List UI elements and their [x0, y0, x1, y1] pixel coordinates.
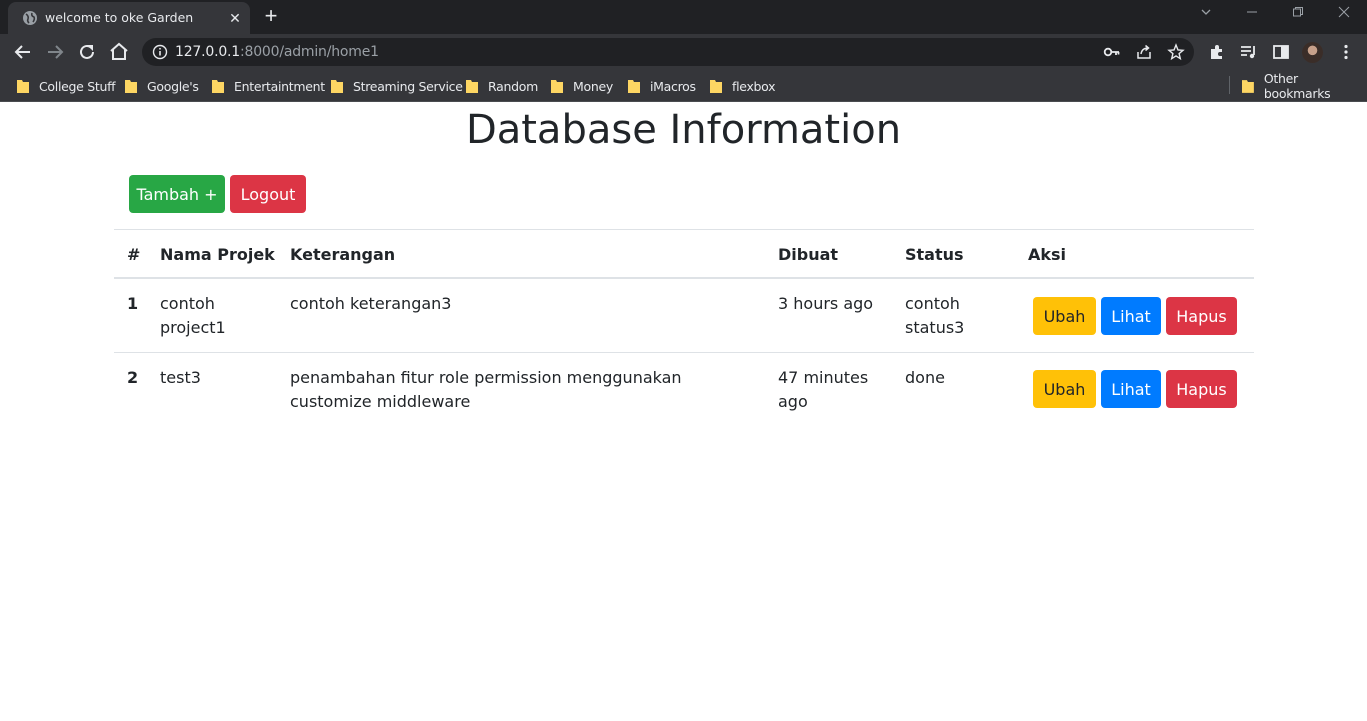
col-aksi: Aksi — [1028, 245, 1067, 264]
row-keterangan: contoh keterangan3 — [290, 294, 452, 313]
page-content: Database Information Tambah + Logout # N… — [0, 103, 1367, 721]
col-status: Status — [905, 245, 964, 264]
reload-icon[interactable] — [75, 40, 99, 64]
other-bookmarks[interactable]: Other bookmarks — [1242, 71, 1367, 101]
restore-icon[interactable] — [1286, 4, 1310, 24]
tab-strip: welcome to oke Garden ✕ + — [0, 0, 1367, 34]
row-keterangan: penambahan fitur role permission menggun… — [290, 368, 682, 411]
table-header-border — [114, 277, 1254, 279]
row-number: 1 — [127, 294, 139, 313]
url-text: 127.0.0.1:8000/admin/home1 — [175, 44, 379, 60]
add-button[interactable]: Tambah + — [129, 175, 225, 213]
extensions-icon[interactable] — [1207, 42, 1227, 62]
page-title: Database Information — [465, 107, 902, 153]
share-icon[interactable] — [1135, 43, 1153, 61]
bookmark-streaming-service[interactable]: Streaming Service — [331, 76, 463, 96]
col-dibuat: Dibuat — [778, 245, 839, 264]
col-number: # — [127, 245, 141, 264]
bookmark-money[interactable]: Money — [551, 76, 613, 96]
folder-icon — [628, 80, 640, 93]
folder-icon — [710, 80, 722, 93]
view-button[interactable]: Lihat — [1101, 370, 1161, 408]
site-info-icon[interactable] — [152, 44, 168, 60]
home-icon[interactable] — [107, 40, 131, 64]
key-icon[interactable] — [1103, 43, 1121, 61]
folder-icon — [466, 80, 478, 93]
view-button[interactable]: Lihat — [1101, 297, 1161, 335]
bookmark-college-stuff[interactable]: College Stuff — [17, 76, 116, 96]
folder-icon — [1242, 80, 1254, 93]
folder-icon — [125, 80, 137, 93]
col-nama-projek: Nama Projek — [160, 245, 275, 264]
bookmark-googles[interactable]: Google's — [125, 76, 199, 96]
row-number: 2 — [127, 368, 139, 387]
row-status: done — [905, 368, 945, 387]
tab-search-icon[interactable] — [1194, 4, 1218, 24]
new-tab-icon[interactable]: + — [260, 5, 282, 28]
logout-button[interactable]: Logout — [230, 175, 306, 213]
side-panel-icon[interactable] — [1271, 42, 1291, 62]
forward-icon[interactable] — [43, 40, 67, 64]
media-queue-icon[interactable] — [1239, 42, 1259, 62]
star-icon[interactable] — [1167, 43, 1185, 61]
col-keterangan: Keterangan — [290, 245, 396, 264]
delete-button[interactable]: Hapus — [1166, 297, 1237, 335]
menu-kebab-icon[interactable] — [1336, 42, 1356, 62]
browser-tab[interactable]: welcome to oke Garden ✕ — [8, 2, 250, 34]
back-icon[interactable] — [11, 40, 35, 64]
row-status: contoh status3 — [905, 294, 965, 337]
globe-icon — [23, 11, 37, 25]
tab-title: welcome to oke Garden — [45, 10, 194, 25]
minimize-icon[interactable] — [1240, 4, 1264, 24]
browser-toolbar: 127.0.0.1:8000/admin/home1 — [0, 34, 1367, 70]
bookmark-flexbox[interactable]: flexbox — [710, 76, 776, 96]
folder-icon — [331, 80, 343, 93]
row-nama-projek: contoh project1 — [160, 294, 226, 337]
folder-icon — [551, 80, 563, 93]
bookmark-random[interactable]: Random — [466, 76, 538, 96]
folder-icon — [17, 80, 29, 93]
close-tab-icon[interactable]: ✕ — [226, 9, 244, 27]
edit-button[interactable]: Ubah — [1033, 297, 1096, 335]
close-window-icon[interactable] — [1332, 4, 1356, 24]
row-nama-projek: test3 — [160, 368, 201, 387]
row-dibuat: 3 hours ago — [778, 294, 874, 313]
bookmark-imacros[interactable]: iMacros — [628, 76, 696, 96]
bookmark-entertaintment[interactable]: Entertaintment — [212, 76, 325, 96]
table-top-border — [114, 229, 1254, 230]
bookmarks-separator — [1229, 76, 1230, 94]
bookmarks-bar: College Stuff Google's Entertaintment St… — [0, 70, 1367, 102]
edit-button[interactable]: Ubah — [1033, 370, 1096, 408]
row-dibuat: 47 minutes ago — [778, 368, 869, 411]
profile-avatar[interactable] — [1302, 42, 1323, 63]
delete-button[interactable]: Hapus — [1166, 370, 1237, 408]
address-bar[interactable]: 127.0.0.1:8000/admin/home1 — [142, 38, 1194, 66]
folder-icon — [212, 80, 224, 93]
table-row-divider — [114, 352, 1254, 353]
